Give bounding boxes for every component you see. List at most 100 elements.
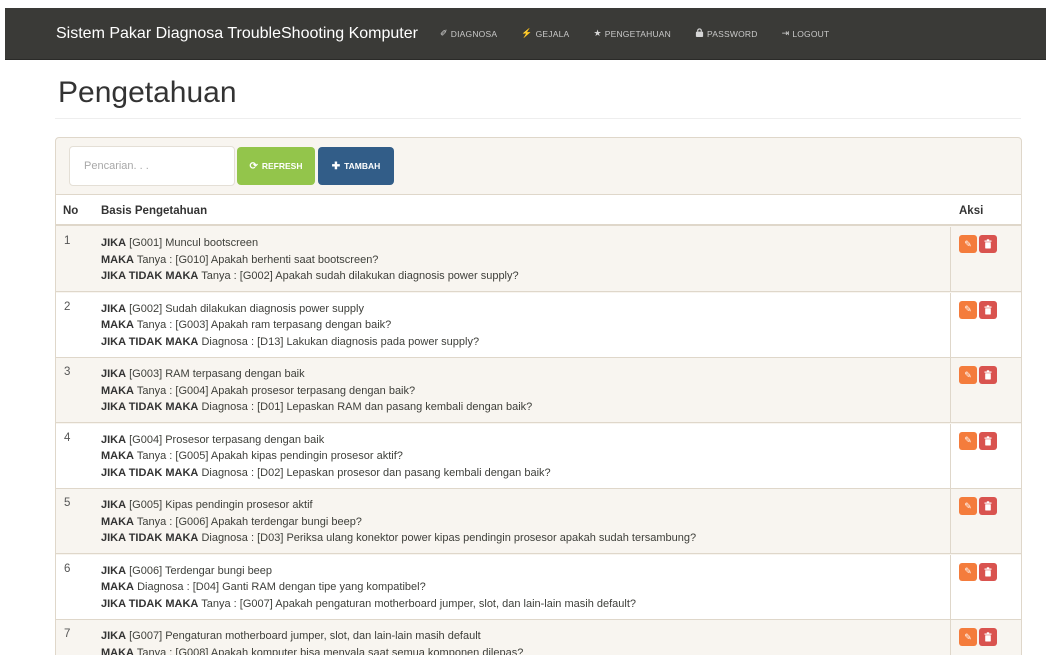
delete-icon[interactable] xyxy=(979,562,997,581)
rule-else-keyword: JIKA TIDAK MAKA xyxy=(101,597,199,610)
nav-password[interactable]: PASSWORD xyxy=(695,28,758,39)
rule-then-keyword: MAKA xyxy=(101,646,134,655)
edit-icon[interactable]: ✎ xyxy=(959,497,977,515)
nav-pengetahuan-label: PENGETAHUAN xyxy=(604,28,671,39)
rule-if-keyword: JIKA xyxy=(101,302,127,315)
nav-pengetahuan[interactable]: ★ PENGETAHUAN xyxy=(593,28,671,39)
rule-then-type: Tanya xyxy=(136,384,167,397)
rule-else-value: [D02] Lepaskan prosesor dan pasang kemba… xyxy=(257,466,551,479)
table-row: 4 JIKA [G004] Prosesor terpasang dengan b… xyxy=(56,423,1021,489)
rule-else-keyword: JIKA TIDAK MAKA xyxy=(101,401,199,413)
rule-else-keyword: JIKA TIDAK MAKA xyxy=(101,270,199,282)
edit-icon[interactable]: ✎ xyxy=(959,562,977,581)
rule-if-value: [G001] Muncul bootscreen xyxy=(129,237,259,249)
rule-else-type: Tanya xyxy=(201,597,231,610)
rule-text: JIKA [G002] Sudah dilakukan diagnosis po… xyxy=(101,301,479,351)
rule-if: JIKA [G002] Sudah dilakukan diagnosis po… xyxy=(101,301,479,318)
rule-text: JIKA [G001] Muncul bootscreen MAKA Tanya … xyxy=(101,235,519,285)
plus-icon: ✚ xyxy=(331,160,341,172)
edit-icon[interactable]: ✎ xyxy=(959,431,977,450)
rule-else-value: [D03] Periksa ulang konektor power kipas… xyxy=(257,532,697,544)
rule-then-keyword: MAKA xyxy=(101,384,134,397)
row-number: 6 xyxy=(64,562,71,575)
rule-then-value: [G003] Apakah ram terpasang dengan baik? xyxy=(175,319,392,331)
row-number: 1 xyxy=(64,235,71,247)
rule-if-keyword: JIKA xyxy=(101,368,127,380)
rule-else-value: [G007] Apakah pengaturan motherboard jum… xyxy=(239,597,637,610)
rule-if-value: [G007] Pengaturan motherboard jumper, sl… xyxy=(129,630,481,642)
tambah-label: TAMBAH xyxy=(344,161,381,171)
table-row: 5 JIKA [G005] Kipas pendingin prosesor ak… xyxy=(56,489,1021,554)
bolt-icon: ⚡ xyxy=(521,28,533,38)
search-input[interactable] xyxy=(69,146,235,186)
rule-then-value: [D04] Ganti RAM dengan tipe yang kompati… xyxy=(192,581,426,593)
add-button[interactable]: ✚ TAMBAH xyxy=(318,147,394,185)
row-actions: ✎ xyxy=(959,431,997,450)
edit-icon[interactable]: ✎ xyxy=(959,300,977,319)
row-number: 7 xyxy=(64,628,71,640)
row-number: 4 xyxy=(64,431,71,444)
rule-if-value: [G004] Prosesor terpasang dengan baik xyxy=(129,433,325,446)
rule-then-value: [G006] Apakah terdengar bungi beep? xyxy=(175,515,362,528)
column-divider xyxy=(950,292,951,357)
edit-icon[interactable]: ✎ xyxy=(959,235,977,253)
rule-then-keyword: MAKA xyxy=(101,450,134,462)
delete-icon[interactable] xyxy=(979,235,997,253)
rule-then: MAKA Tanya : [G010] Apakah berhenti saat… xyxy=(101,253,379,266)
rule-then-value: [G004] Apakah prosesor terpasang dengan … xyxy=(175,384,416,397)
rule-if: JIKA [G001] Muncul bootscreen xyxy=(101,235,519,252)
header-aksi: Aksi xyxy=(959,205,984,217)
refresh-button[interactable]: ⟳ REFRESH xyxy=(237,147,315,185)
rule-then-type: Tanya xyxy=(136,253,167,266)
header-basis: Basis Pengetahuan xyxy=(101,205,208,217)
delete-icon[interactable] xyxy=(979,497,997,515)
nav-gejala[interactable]: ⚡ GEJALA xyxy=(521,28,569,39)
rule-then-keyword: MAKA xyxy=(101,319,134,331)
rule-if-value: [G005] Kipas pendingin prosesor aktif xyxy=(129,499,313,511)
rule-if-keyword: JIKA xyxy=(101,499,127,511)
rule-else-value: [G002] Apakah sudah dilakukan diagnosis … xyxy=(239,270,519,282)
refresh-label: REFRESH xyxy=(261,161,303,171)
top-navbar: Sistem Pakar Diagnosa TroubleShooting Ko… xyxy=(5,8,1046,60)
rule-else-type: Diagnosa xyxy=(201,335,248,348)
wrench-icon: ✐ xyxy=(439,28,448,38)
delete-icon[interactable] xyxy=(979,300,997,319)
rule-then-type: Diagnosa xyxy=(137,581,184,593)
edit-icon[interactable]: ✎ xyxy=(959,366,977,384)
rule-then-keyword: MAKA xyxy=(101,581,134,593)
rule-else-keyword: JIKA TIDAK MAKA xyxy=(101,532,199,544)
rule-else: JIKA TIDAK MAKA Diagnosa : [D01] Lepaska… xyxy=(101,401,533,413)
delete-icon[interactable] xyxy=(979,628,997,646)
star-icon: ★ xyxy=(593,28,602,38)
rule-if-value: [G003] RAM terpasang dengan baik xyxy=(129,368,305,380)
rule-then-type: Tanya xyxy=(136,646,167,655)
page-title: Pengetahuan xyxy=(58,76,237,109)
rule-else: JIKA TIDAK MAKA Diagnosa : [D13] Lakukan… xyxy=(101,335,480,348)
nav-diagnosa[interactable]: ✐ DIAGNOSA xyxy=(440,28,497,39)
delete-icon[interactable] xyxy=(979,366,997,384)
rule-if-keyword: JIKA xyxy=(101,237,127,249)
rule-text: JIKA [G007] Pengaturan motherboard jumpe… xyxy=(101,628,523,655)
column-divider xyxy=(950,227,951,291)
table-row: 2 JIKA [G002] Sudah dilakukan diagnosis p… xyxy=(56,292,1021,358)
column-divider xyxy=(950,620,951,655)
rule-then-type: Tanya xyxy=(136,515,167,528)
rule-else: JIKA TIDAK MAKA Tanya : [G002] Apakah su… xyxy=(101,270,519,282)
table-row: 6 JIKA [G006] Terdengar bungi beep MAKA Di… xyxy=(56,554,1021,620)
column-divider xyxy=(950,423,951,488)
row-actions: ✎ xyxy=(959,300,997,319)
lock-icon xyxy=(695,28,704,39)
rule-if: JIKA [G006] Terdengar bungi beep xyxy=(101,563,636,580)
rule-if: JIKA [G004] Prosesor terpasang dengan ba… xyxy=(101,432,551,449)
delete-icon[interactable] xyxy=(979,431,997,450)
rule-then: MAKA Tanya : [G005] Apakah kipas pending… xyxy=(101,450,403,462)
edit-icon[interactable]: ✎ xyxy=(959,628,977,646)
rule-then: MAKA Diagnosa : [D04] Ganti RAM dengan t… xyxy=(101,581,426,593)
nav-logout[interactable]: ⇥ LOGOUT xyxy=(782,28,830,39)
knowledge-panel: ⟳ REFRESH ✚ TAMBAH No Basis Pengetahuan … xyxy=(55,137,1022,655)
row-actions: ✎ xyxy=(959,628,997,646)
row-number: 3 xyxy=(64,366,71,378)
app-brand[interactable]: Sistem Pakar Diagnosa TroubleShooting Ko… xyxy=(56,25,418,43)
panel-toolbar: ⟳ REFRESH ✚ TAMBAH xyxy=(56,138,1021,194)
rule-if: JIKA [G007] Pengaturan motherboard jumpe… xyxy=(101,628,523,645)
